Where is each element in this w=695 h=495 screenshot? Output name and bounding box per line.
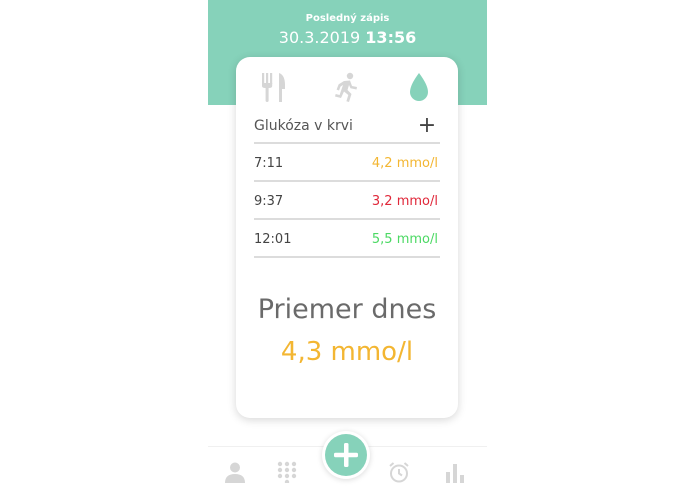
reading-value: 3,2 mmo/l bbox=[371, 194, 438, 209]
add-reading-button[interactable]: + bbox=[416, 115, 438, 137]
last-entry-date: 30.3.2019 bbox=[278, 28, 361, 47]
average-value: 4,3 mmo/l bbox=[280, 337, 414, 367]
divider bbox=[254, 142, 440, 144]
add-icon bbox=[334, 443, 358, 467]
reading-time: 9:37 bbox=[254, 194, 284, 209]
fork-knife-icon[interactable] bbox=[258, 71, 290, 103]
reading-row[interactable]: 9:37 3,2 mmo/l bbox=[254, 184, 440, 220]
add-entry-button-inner bbox=[325, 434, 367, 476]
bar-chart-icon[interactable] bbox=[444, 461, 466, 483]
reading-row[interactable]: 12:01 5,5 mmo/l bbox=[254, 222, 440, 258]
last-entry-label: Posledný zápis bbox=[305, 13, 390, 24]
running-person-icon[interactable] bbox=[330, 71, 362, 103]
last-entry-datetime: 30.3.2019 13:56 bbox=[208, 28, 487, 47]
average-title: Priemer dnes bbox=[257, 294, 437, 325]
reading-value: 5,5 mmo/l bbox=[371, 232, 438, 247]
glucose-card: Glukóza v krvi + 7:11 4,2 mmo/l 9:37 3,2… bbox=[236, 57, 458, 418]
section-title: Glukóza v krvi bbox=[254, 118, 353, 134]
reading-time: 7:11 bbox=[254, 156, 284, 171]
reading-value: 4,2 mmo/l bbox=[371, 156, 438, 171]
user-icon[interactable] bbox=[224, 461, 246, 483]
divider bbox=[254, 180, 440, 182]
last-entry-time: 13:56 bbox=[365, 28, 417, 47]
reading-row[interactable]: 7:11 4,2 mmo/l bbox=[254, 146, 440, 182]
keypad-icon[interactable] bbox=[276, 461, 298, 483]
app-screen: Posledný zápis 30.3.2019 13:56 Glukóza v… bbox=[208, 0, 487, 494]
divider bbox=[254, 218, 440, 220]
divider bbox=[254, 256, 440, 258]
reading-time: 12:01 bbox=[254, 232, 292, 247]
add-entry-button[interactable] bbox=[322, 431, 370, 479]
alarm-clock-icon[interactable] bbox=[388, 461, 410, 483]
drop-icon[interactable] bbox=[403, 71, 435, 103]
